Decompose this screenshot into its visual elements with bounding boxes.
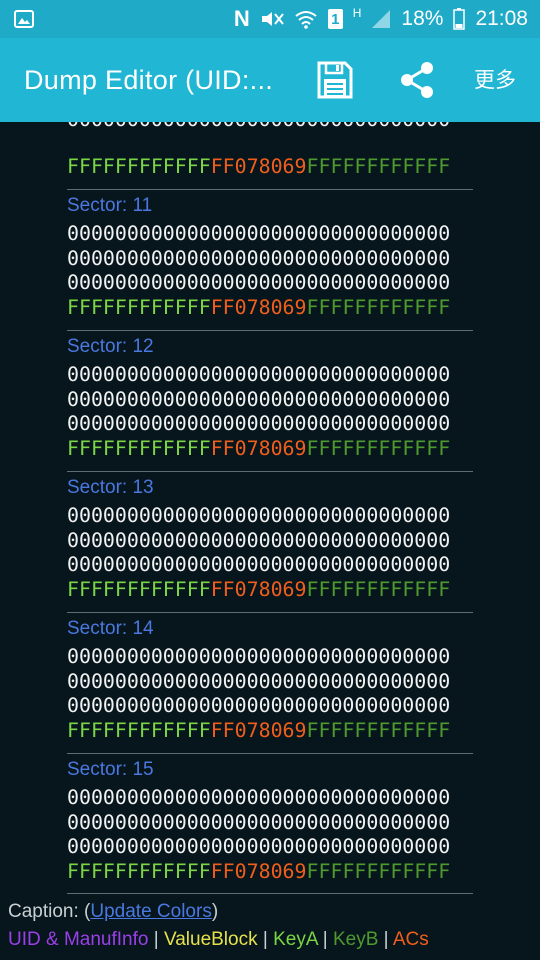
data-block-row[interactable]: 00000000000000000000000000000000 xyxy=(67,363,450,387)
clock: 21:08 xyxy=(475,7,528,30)
update-colors-link[interactable]: Update Colors xyxy=(90,901,211,922)
data-block-row[interactable]: 00000000000000000000000000000000 xyxy=(67,694,450,718)
sector-label: Sector: 14 xyxy=(67,618,154,639)
key-b: FFFFFFFFFFFF xyxy=(306,859,451,883)
color-legend: UID & ManufInfo | ValueBlock | KeyA | Ke… xyxy=(8,926,429,954)
access-conditions: FF078069 xyxy=(210,718,307,742)
data-block-row[interactable]: 00000000000000000000000000000000 xyxy=(67,388,450,412)
data-block-row[interactable]: 00000000000000000000000000000000 xyxy=(67,645,450,669)
key-b: FFFFFFFFFFFF xyxy=(306,295,451,319)
sector-trailer-row[interactable]: FFFFFFFFFFFFFF078069FFFFFFFFFFFF xyxy=(67,578,450,602)
sector-trailer-row[interactable]: FFFFFFFFFFFFFF078069FFFFFFFFFFFF xyxy=(67,296,450,320)
battery-icon xyxy=(453,8,466,30)
key-a: FFFFFFFFFFFF xyxy=(67,295,211,319)
legend-keya: KeyA xyxy=(273,929,318,950)
caption-prefix: Caption: ( xyxy=(8,901,91,922)
sector-trailer-row[interactable]: FFFFFFFFFFFFFF078069FFFFFFFFFFFF xyxy=(67,719,450,743)
sector-divider xyxy=(67,753,473,754)
nfc-icon: N xyxy=(233,6,250,31)
sim-badge: 1 xyxy=(327,9,343,29)
key-b: FFFFFFFFFFFF xyxy=(306,436,451,460)
mute-icon xyxy=(260,9,284,29)
sector-divider xyxy=(67,189,473,190)
key-a: FFFFFFFFFFFF xyxy=(67,718,211,742)
key-a: FFFFFFFFFFFF xyxy=(67,155,211,178)
data-block-row[interactable]: 00000000000000000000000000000000 xyxy=(67,786,450,810)
key-a: FFFFFFFFFFFF xyxy=(67,436,211,460)
data-block-row[interactable]: 00000000000000000000000000000000 xyxy=(67,122,450,132)
data-block-row[interactable]: 00000000000000000000000000000000 xyxy=(67,247,450,271)
legend-separator: | xyxy=(378,929,393,950)
sector-divider xyxy=(67,471,473,472)
image-notification-icon xyxy=(14,9,34,33)
data-block-row[interactable]: 00000000000000000000000000000000 xyxy=(67,222,450,246)
legend-acs: ACs xyxy=(392,929,429,950)
data-block-row[interactable]: 00000000000000000000000000000000 xyxy=(67,553,450,577)
status-bar: N 1 H 18% 21:08 xyxy=(0,0,540,38)
sector-divider xyxy=(67,612,473,613)
legend-separator: | xyxy=(148,929,164,950)
legend-uid-manuf: UID & ManufInfo xyxy=(8,929,149,950)
wifi-icon xyxy=(294,9,318,29)
key-b: FFFFFFFFFFFF xyxy=(306,577,451,601)
data-block-row[interactable]: 00000000000000000000000000000000 xyxy=(67,811,450,835)
sector-label: Sector: 13 xyxy=(67,477,154,498)
battery-percent: 18% xyxy=(401,7,444,30)
data-block-row[interactable]: 00000000000000000000000000000000 xyxy=(67,504,450,528)
data-block-row[interactable]: 00000000000000000000000000000000 xyxy=(67,670,450,694)
key-a: FFFFFFFFFFFF xyxy=(67,859,211,883)
legend-valueblock: ValueBlock xyxy=(163,929,258,950)
data-block-row[interactable]: 00000000000000000000000000000000 xyxy=(67,412,450,436)
key-a: FFFFFFFFFFFF xyxy=(67,577,211,601)
sector-trailer-row[interactable]: FFFFFFFFFFFFFF078069FFFFFFFFFFFF xyxy=(67,860,450,884)
data-block-row[interactable]: 00000000000000000000000000000000 xyxy=(67,835,450,859)
data-block-row[interactable]: 00000000000000000000000000000000 xyxy=(67,271,450,295)
signal-icon xyxy=(371,9,391,29)
app-toolbar: Dump Editor (UID:... 更多 xyxy=(0,38,540,122)
sector-label: Sector: 11 xyxy=(67,195,153,216)
sector-label: Sector: 15 xyxy=(67,759,154,780)
access-conditions: FF078069 xyxy=(210,155,307,178)
share-icon[interactable] xyxy=(397,60,437,100)
more-menu-button[interactable]: 更多 xyxy=(474,64,516,96)
sector-divider xyxy=(67,893,473,894)
page-title: Dump Editor (UID:... xyxy=(24,65,274,95)
access-conditions: FF078069 xyxy=(210,436,307,460)
caption-line: Caption: (Update Colors) xyxy=(8,898,218,926)
access-conditions: FF078069 xyxy=(210,295,307,319)
key-b: FFFFFFFFFFFF xyxy=(306,155,451,178)
legend-keyb: KeyB xyxy=(332,929,379,950)
caption-suffix: ) xyxy=(211,901,219,922)
network-type-label: H xyxy=(352,6,362,20)
dump-content[interactable]: 00000000000000000000000000000000 FFFFFFF… xyxy=(0,122,540,898)
data-block-row[interactable]: 00000000000000000000000000000000 xyxy=(67,529,450,553)
save-icon[interactable] xyxy=(316,60,354,100)
access-conditions: FF078069 xyxy=(210,859,307,883)
key-b: FFFFFFFFFFFF xyxy=(306,718,451,742)
sector-label: Sector: 12 xyxy=(67,336,154,357)
access-conditions: FF078069 xyxy=(210,577,307,601)
caption-footer: Caption: (Update Colors) UID & ManufInfo… xyxy=(0,898,540,960)
legend-separator: | xyxy=(317,929,333,950)
sector-trailer-row[interactable]: FFFFFFFFFFFFFF078069FFFFFFFFFFFF xyxy=(67,155,450,179)
sector-trailer-row[interactable]: FFFFFFFFFFFFFF078069FFFFFFFFFFFF xyxy=(67,437,450,461)
sector-divider xyxy=(67,330,473,331)
legend-separator: | xyxy=(257,929,274,950)
